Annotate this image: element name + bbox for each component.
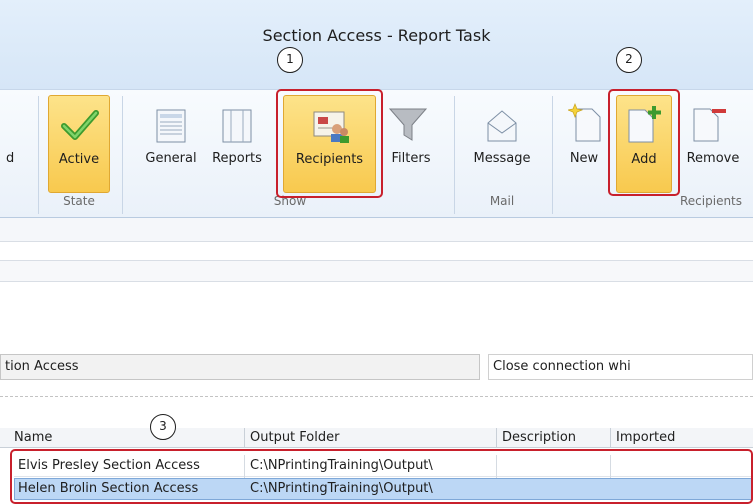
divider bbox=[0, 396, 753, 397]
envelope-icon bbox=[487, 110, 517, 142]
filter-funnel-icon bbox=[388, 108, 428, 141]
new-button-label: New bbox=[569, 151, 599, 166]
group-separator bbox=[122, 96, 123, 214]
remove-button-label: Remove bbox=[686, 151, 740, 166]
reports-button-label: Reports bbox=[212, 151, 262, 166]
column-description[interactable]: Description bbox=[502, 430, 576, 445]
active-button-label: Active bbox=[58, 152, 100, 167]
checkmark-icon bbox=[61, 110, 99, 140]
column-divider bbox=[244, 428, 245, 448]
close-connection-label: Close connection whi bbox=[488, 354, 753, 380]
new-button[interactable]: New bbox=[560, 95, 608, 193]
group-separator bbox=[454, 96, 455, 214]
filters-button-label: Filters bbox=[391, 151, 431, 166]
highlight-add bbox=[608, 89, 680, 196]
general-button[interactable]: General bbox=[138, 95, 204, 193]
tab-strip bbox=[0, 260, 753, 282]
reports-page-icon bbox=[222, 109, 252, 143]
group-label-mail: Mail bbox=[489, 194, 515, 208]
group-label-recipients: Recipients bbox=[680, 194, 743, 208]
group-label-state: State bbox=[63, 194, 95, 208]
group-separator bbox=[552, 96, 553, 214]
active-button[interactable]: Active bbox=[48, 95, 110, 193]
general-button-label: General bbox=[145, 151, 197, 166]
callout-3: 3 bbox=[150, 414, 176, 440]
toolbar-strip bbox=[0, 218, 753, 242]
callout-1: 1 bbox=[277, 47, 303, 73]
partial-button-label: d bbox=[6, 151, 15, 166]
title-bar bbox=[0, 0, 753, 90]
highlight-grid-rows bbox=[10, 449, 753, 504]
group-separator bbox=[38, 96, 39, 214]
callout-2: 2 bbox=[616, 47, 642, 73]
general-page-icon bbox=[156, 109, 186, 143]
message-button-label: Message bbox=[473, 151, 531, 166]
highlight-recipients bbox=[276, 89, 383, 198]
connection-name-field[interactable]: tion Access bbox=[0, 354, 480, 380]
filters-button[interactable]: Filters bbox=[380, 95, 442, 193]
message-button[interactable]: Message bbox=[462, 95, 542, 193]
column-output-folder[interactable]: Output Folder bbox=[250, 430, 339, 445]
new-page-icon bbox=[568, 103, 601, 142]
remove-page-icon bbox=[693, 108, 726, 142]
column-name[interactable]: Name bbox=[14, 430, 52, 445]
column-divider bbox=[610, 428, 611, 448]
column-imported[interactable]: Imported bbox=[616, 430, 675, 445]
column-divider bbox=[496, 428, 497, 448]
reports-button[interactable]: Reports bbox=[204, 95, 270, 193]
window-title: Section Access - Report Task bbox=[262, 26, 491, 45]
remove-button[interactable]: Remove bbox=[678, 95, 748, 193]
